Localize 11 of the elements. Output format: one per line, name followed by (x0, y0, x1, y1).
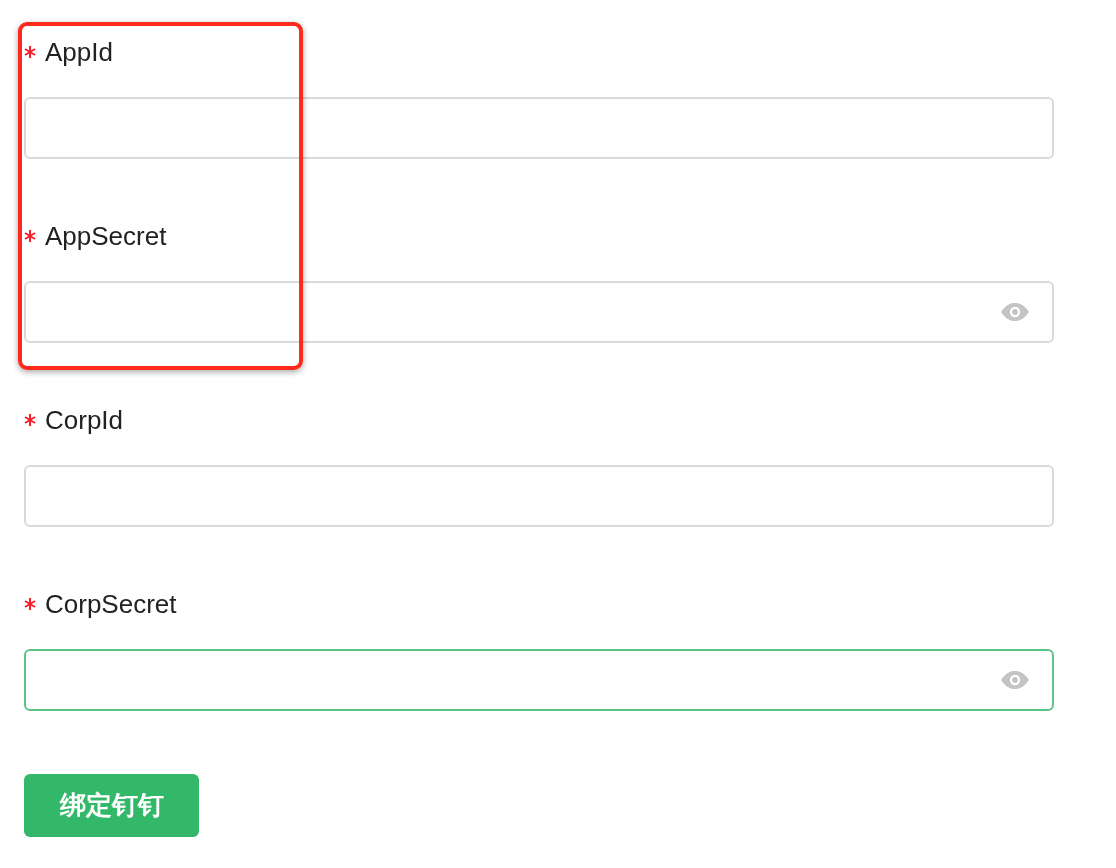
field-label: CorpId (45, 404, 124, 437)
input-field[interactable] (24, 649, 1054, 711)
eye-icon[interactable] (1001, 671, 1029, 689)
input-field[interactable] (24, 281, 1054, 343)
field-label: AppId (45, 36, 113, 69)
input-field[interactable] (24, 97, 1054, 159)
bind-button[interactable]: 绑定钉钉 (24, 774, 199, 837)
field-label: CorpSecret (45, 588, 177, 621)
eye-icon[interactable] (1001, 303, 1029, 321)
field-label: AppSecret (45, 220, 167, 253)
input-field[interactable] (24, 465, 1054, 527)
